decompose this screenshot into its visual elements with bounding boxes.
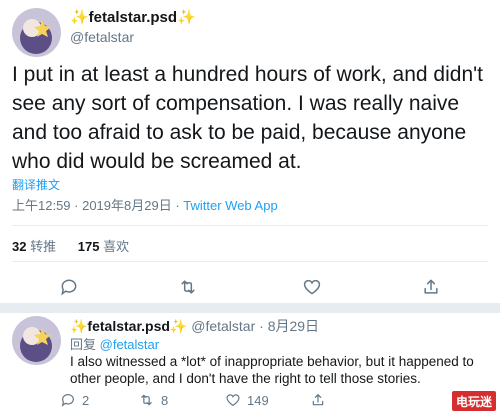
reply-share-action[interactable] xyxy=(310,392,326,408)
translate-link[interactable]: 翻译推文 xyxy=(12,176,60,193)
divider xyxy=(12,225,488,226)
reply-date[interactable]: · 8月29日 xyxy=(259,318,319,334)
reply-avatar[interactable] xyxy=(12,316,61,365)
client-link[interactable]: Twitter Web App xyxy=(183,198,277,213)
reply-to-handle[interactable]: @fetalstar xyxy=(100,337,159,352)
reply-like-action[interactable]: 149 xyxy=(225,392,269,408)
reply-icon xyxy=(61,394,74,407)
handle[interactable]: @fetalstar xyxy=(70,27,196,47)
engagement-stats: 32 转推 175 喜欢 xyxy=(12,236,129,255)
display-name[interactable]: ✨fetalstar.psd✨ xyxy=(70,9,196,27)
reply-retweet-count: 8 xyxy=(161,392,169,408)
share-icon[interactable] xyxy=(418,274,444,300)
tweet-actions xyxy=(0,274,500,300)
divider xyxy=(12,261,488,262)
retweet-count: 32 xyxy=(12,239,27,254)
retweet-stat[interactable]: 32 转推 xyxy=(12,239,56,254)
tweet-text: I put in at least a hundred hours of wor… xyxy=(12,63,483,173)
timestamp[interactable]: 上午12:59 · 2019年8月29日 xyxy=(12,198,172,213)
reply-like-count: 149 xyxy=(247,392,269,408)
reply-reply-count: 2 xyxy=(82,392,90,408)
reply-retweet-action[interactable]: 8 xyxy=(138,392,168,408)
reply-handle[interactable]: @fetalstar xyxy=(191,318,255,334)
retweet-label: 转推 xyxy=(30,239,57,254)
share-icon xyxy=(312,394,324,406)
like-stat[interactable]: 175 喜欢 xyxy=(78,239,129,254)
reply-text: I also witnessed a *lot* of inappropriat… xyxy=(70,354,474,386)
heart-icon[interactable] xyxy=(299,274,325,300)
reply-header: ✨fetalstar.psd✨ @fetalstar · 8月29日 xyxy=(70,317,319,335)
reply-reply-action[interactable]: 2 xyxy=(60,392,89,408)
meta-separator: · xyxy=(171,198,184,213)
author-block: ✨fetalstar.psd✨ @fetalstar xyxy=(70,9,196,47)
tweet-meta: 上午12:59 · 2019年8月29日 · Twitter Web App xyxy=(12,195,278,214)
avatar[interactable] xyxy=(12,8,61,57)
retweet-icon[interactable] xyxy=(175,274,201,300)
retweet-icon xyxy=(141,394,152,406)
replying-to: 回复 @fetalstar xyxy=(70,336,159,354)
reply-to-label: 回复 xyxy=(70,337,97,352)
reply-icon[interactable] xyxy=(56,274,82,300)
heart-icon xyxy=(226,394,240,407)
like-count: 175 xyxy=(77,239,100,254)
like-label: 喜欢 xyxy=(103,239,130,254)
reply-display-name[interactable]: ✨fetalstar.psd✨ xyxy=(70,318,187,334)
watermark-logo: 电玩迷 xyxy=(452,391,496,411)
thread-separator xyxy=(0,303,500,313)
